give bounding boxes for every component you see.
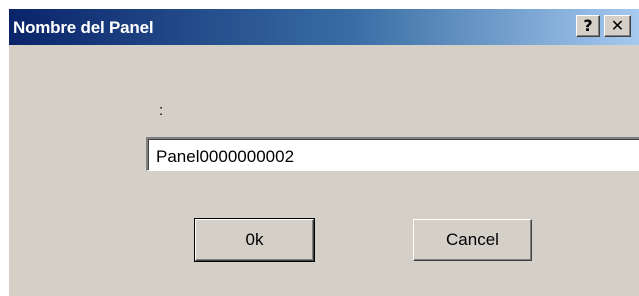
- panel-name-input[interactable]: [146, 137, 639, 171]
- help-button[interactable]: ?: [576, 15, 600, 37]
- ok-button[interactable]: 0k: [194, 218, 315, 262]
- close-icon: ✕: [610, 16, 625, 35]
- dialog-title: Nombre del Panel: [13, 18, 154, 37]
- close-button[interactable]: ✕: [604, 15, 631, 37]
- cancel-button[interactable]: Cancel: [413, 219, 532, 261]
- panel-name-dialog: Nombre del Panel ? ✕ : 0k Cancel: [8, 8, 639, 296]
- question-icon: ?: [583, 16, 593, 35]
- prompt-label: :: [159, 102, 164, 119]
- title-bar[interactable]: Nombre del Panel ? ✕: [9, 9, 639, 45]
